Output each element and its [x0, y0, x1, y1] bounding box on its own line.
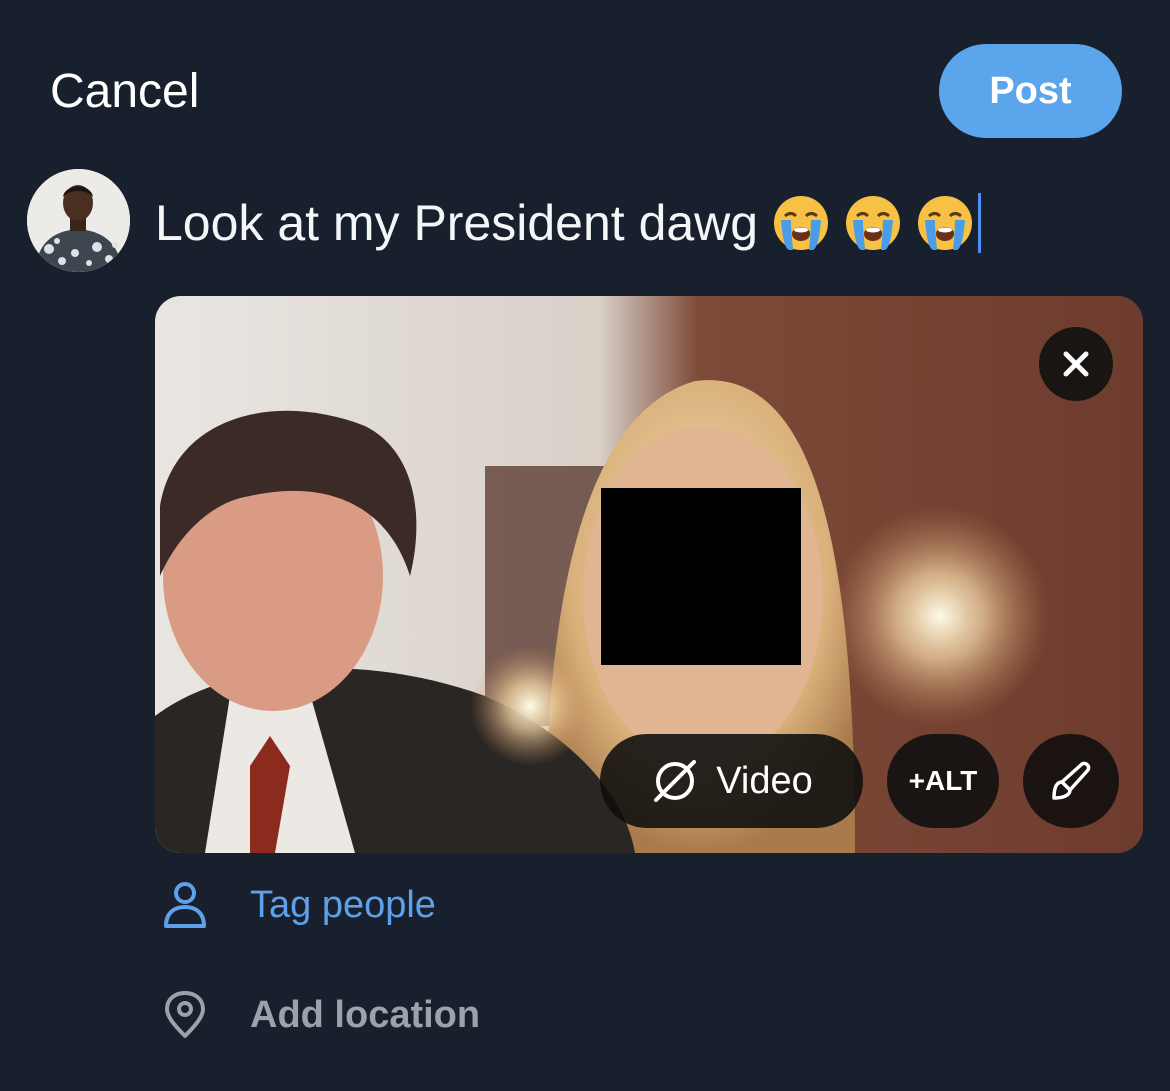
remove-media-button[interactable] [1039, 327, 1113, 401]
redaction-box [601, 488, 801, 665]
add-location-row[interactable]: Add location [160, 990, 480, 1040]
avatar-image [27, 169, 130, 272]
brush-icon [1052, 761, 1091, 800]
loudly-crying-face-emoji [774, 196, 829, 250]
video-label: Video [716, 759, 813, 802]
person-icon [160, 880, 210, 930]
cancel-button[interactable]: Cancel [50, 64, 199, 119]
post-button[interactable]: Post [939, 44, 1122, 138]
alt-label: +ALT [908, 765, 978, 796]
close-icon [1063, 351, 1089, 377]
compose-text-area[interactable]: Look at my President dawg [155, 190, 982, 256]
attached-media[interactable]: Video +ALT [155, 296, 1143, 853]
tag-people-label: Tag people [250, 883, 436, 926]
edit-media-button[interactable] [1023, 734, 1119, 828]
add-alt-text-button[interactable]: +ALT [887, 734, 999, 828]
add-location-label: Add location [250, 993, 481, 1036]
compose-text: Look at my President dawg [155, 195, 759, 251]
text-caret [978, 193, 982, 253]
no-video-icon [654, 760, 697, 802]
location-pin-icon [160, 990, 210, 1040]
avatar[interactable] [27, 169, 130, 272]
video-conversion-button[interactable]: Video [600, 734, 863, 828]
tag-people-row[interactable]: Tag people [160, 880, 436, 930]
loudly-crying-face-emoji [918, 196, 973, 250]
loudly-crying-face-emoji [846, 196, 901, 250]
